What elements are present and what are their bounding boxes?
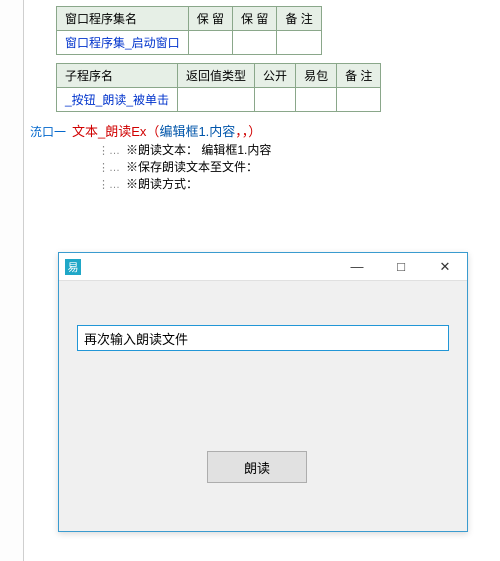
col-header: 窗口程序集名 [57,7,189,31]
minimize-button[interactable]: — [335,253,379,281]
col-header: 备 注 [337,64,381,88]
line-marker-icon: 㳘口一 [30,123,66,140]
window-name-cell[interactable]: 窗口程序集_启动窗口 [57,31,189,55]
window-program-table: 窗口程序集名 保 留 保 留 备 注 窗口程序集_启动窗口 [56,6,322,55]
read-button[interactable]: 朗读 [207,451,307,483]
cell[interactable] [296,88,337,112]
subprogram-name-cell[interactable]: _按钮_朗读_被单击 [57,88,178,112]
col-header: 易包 [296,64,337,88]
argument: 编辑框1.内容 [159,121,235,140]
sub-program-table: 子程序名 返回值类型 公开 易包 备 注 _按钮_朗读_被单击 [56,63,381,112]
table-row[interactable]: 窗口程序集_启动窗口 [57,31,322,55]
cell[interactable] [233,31,277,55]
paren-open: （ [146,121,159,140]
param-hint: ※朗读文本： 编辑框1.内容 [126,141,271,158]
app-preview-window[interactable]: 易 — □ ✕ 朗读 [58,252,468,532]
cell[interactable] [188,31,232,55]
client-area: 朗读 [59,281,467,531]
editor-gutter [0,0,24,561]
window-controls: — □ ✕ [335,253,467,281]
col-header: 保 留 [188,7,232,31]
param-hint: ※保存朗读文本至文件： [126,158,258,175]
app-icon: 易 [65,259,81,275]
paren-close: ，，） [235,121,261,140]
cell[interactable] [337,88,381,112]
table-row[interactable]: _按钮_朗读_被单击 [57,88,381,112]
code-area[interactable]: 㳘口一 文本_朗读Ex （编辑框1.内容，，） ⋮… ※朗读文本： 编辑框1.内… [28,120,500,192]
col-header: 返回值类型 [178,64,255,88]
titlebar[interactable]: 易 — □ ✕ [59,253,467,281]
cell[interactable] [178,88,255,112]
tree-branch-icon: ⋮… [98,144,126,157]
col-header: 备 注 [277,7,321,31]
cell[interactable] [255,88,296,112]
maximize-button[interactable]: □ [379,253,423,281]
tree-branch-icon: ⋮… [98,161,126,174]
editor-content: 窗口程序集名 保 留 保 留 备 注 窗口程序集_启动窗口 子程序名 返回值类型… [28,0,500,192]
col-header: 子程序名 [57,64,178,88]
tree-branch-icon: ⋮… [98,178,126,191]
cell[interactable] [277,31,321,55]
col-header: 公开 [255,64,296,88]
col-header: 保 留 [233,7,277,31]
param-hint: ※朗读方式： [126,175,198,192]
function-name: 文本_朗读Ex [72,121,146,140]
svg-text:易: 易 [68,261,79,274]
close-button[interactable]: ✕ [423,253,467,281]
read-text-input[interactable] [77,325,449,351]
